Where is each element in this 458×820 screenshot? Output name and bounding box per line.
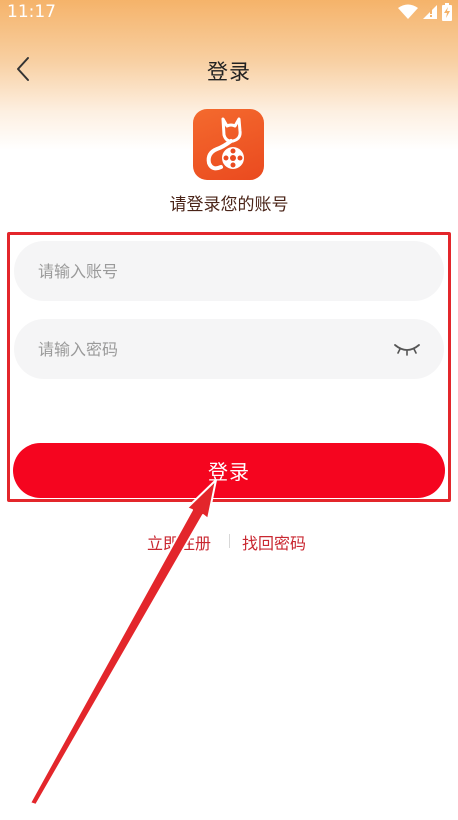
status-time: 11:17 xyxy=(7,2,56,22)
links-divider xyxy=(229,534,230,548)
app-logo xyxy=(193,109,264,180)
nav-bar: 登录 xyxy=(0,40,458,96)
status-bar: 11:17 xyxy=(0,0,458,24)
status-icons xyxy=(398,3,452,21)
register-link[interactable]: 立即注册 xyxy=(147,530,211,554)
login-button[interactable]: 登录 xyxy=(13,443,445,498)
cat-film-logo-icon xyxy=(206,117,244,171)
battery-icon xyxy=(442,3,452,21)
password-field[interactable] xyxy=(14,319,444,379)
login-subtitle: 请登录您的账号 xyxy=(169,195,289,215)
signal-icon xyxy=(423,5,437,19)
auth-links: 立即注册 找回密码 xyxy=(0,530,458,554)
forgot-password-link[interactable]: 找回密码 xyxy=(242,530,306,554)
account-input[interactable] xyxy=(36,260,422,282)
wifi-icon xyxy=(398,4,418,19)
password-input[interactable] xyxy=(36,338,392,360)
account-field[interactable] xyxy=(14,241,444,301)
page-title: 登录 xyxy=(207,60,251,84)
eye-closed-icon[interactable] xyxy=(392,339,422,359)
